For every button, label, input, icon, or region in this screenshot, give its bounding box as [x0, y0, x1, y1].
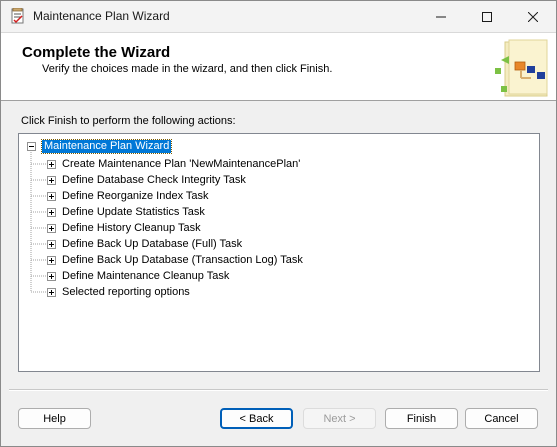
tree-item-backup-log[interactable]: Define Back Up Database (Transaction Log… — [47, 253, 303, 267]
tree-item-history-cleanup[interactable]: Define History Cleanup Task — [47, 221, 201, 235]
tree-item-label[interactable]: Define Maintenance Cleanup Task — [62, 270, 229, 282]
maximize-button[interactable] — [464, 1, 510, 32]
cancel-button[interactable]: Cancel — [465, 408, 538, 429]
tree-item-label[interactable]: Selected reporting options — [62, 286, 190, 298]
tree-root-node[interactable]: Maintenance Plan Wizard — [27, 138, 173, 154]
tree-item-label[interactable]: Define History Cleanup Task — [62, 222, 201, 234]
wizard-banner-graphic — [491, 38, 549, 98]
wizard-window: Maintenance Plan Wizard Complete the Wiz… — [0, 0, 557, 447]
wizard-header-banner: Complete the Wizard Verify the choices m… — [1, 32, 556, 101]
tree-item-label[interactable]: Define Back Up Database (Full) Task — [62, 238, 242, 250]
tree-item-update-statistics[interactable]: Define Update Statistics Task — [47, 205, 205, 219]
plus-expander-icon[interactable] — [47, 191, 56, 201]
maintenance-plan-icon — [10, 7, 26, 24]
instruction-label: Click Finish to perform the following ac… — [21, 115, 236, 127]
tree-root-label[interactable]: Maintenance Plan Wizard — [40, 138, 173, 154]
plus-expander-icon[interactable] — [47, 175, 56, 185]
finish-button[interactable]: Finish — [385, 408, 458, 429]
tree-item-reporting-options[interactable]: Selected reporting options — [47, 285, 190, 299]
plus-expander-icon[interactable] — [47, 223, 56, 233]
minimize-button[interactable] — [418, 1, 464, 32]
minimize-icon — [436, 16, 446, 17]
tree-item-reorganize-index[interactable]: Define Reorganize Index Task — [47, 189, 209, 203]
tree-item-create-plan[interactable]: Create Maintenance Plan 'NewMaintenanceP… — [47, 157, 300, 171]
close-icon — [528, 11, 538, 22]
plus-expander-icon[interactable] — [47, 287, 56, 297]
tree-item-label[interactable]: Create Maintenance Plan 'NewMaintenanceP… — [62, 158, 300, 170]
plus-expander-icon[interactable] — [47, 271, 56, 281]
footer-divider — [9, 389, 548, 391]
minus-collapser-icon[interactable] — [27, 141, 36, 151]
page-subtitle: Verify the choices made in the wizard, a… — [42, 63, 333, 75]
tree-item-label[interactable]: Define Back Up Database (Transaction Log… — [62, 254, 303, 266]
back-button[interactable]: < Back — [220, 408, 293, 429]
tree-item-check-integrity[interactable]: Define Database Check Integrity Task — [47, 173, 246, 187]
window-title: Maintenance Plan Wizard — [33, 9, 170, 23]
plus-expander-icon[interactable] — [47, 159, 56, 169]
tree-item-label[interactable]: Define Update Statistics Task — [62, 206, 205, 218]
tree-item-maintenance-cleanup[interactable]: Define Maintenance Cleanup Task — [47, 269, 229, 283]
next-button[interactable]: Next > — [303, 408, 376, 429]
plus-expander-icon[interactable] — [47, 207, 56, 217]
page-title: Complete the Wizard — [22, 44, 171, 61]
help-button[interactable]: Help — [18, 408, 91, 429]
tree-item-label[interactable]: Define Reorganize Index Task — [62, 190, 209, 202]
actions-tree-view[interactable]: Maintenance Plan Wizard Create Maintenan… — [18, 133, 540, 372]
close-button[interactable] — [510, 1, 556, 32]
maximize-icon — [482, 11, 492, 22]
tree-item-backup-full[interactable]: Define Back Up Database (Full) Task — [47, 237, 242, 251]
title-bar[interactable]: Maintenance Plan Wizard — [1, 1, 556, 32]
plus-expander-icon[interactable] — [47, 255, 56, 265]
plus-expander-icon[interactable] — [47, 239, 56, 249]
tree-item-label[interactable]: Define Database Check Integrity Task — [62, 174, 246, 186]
